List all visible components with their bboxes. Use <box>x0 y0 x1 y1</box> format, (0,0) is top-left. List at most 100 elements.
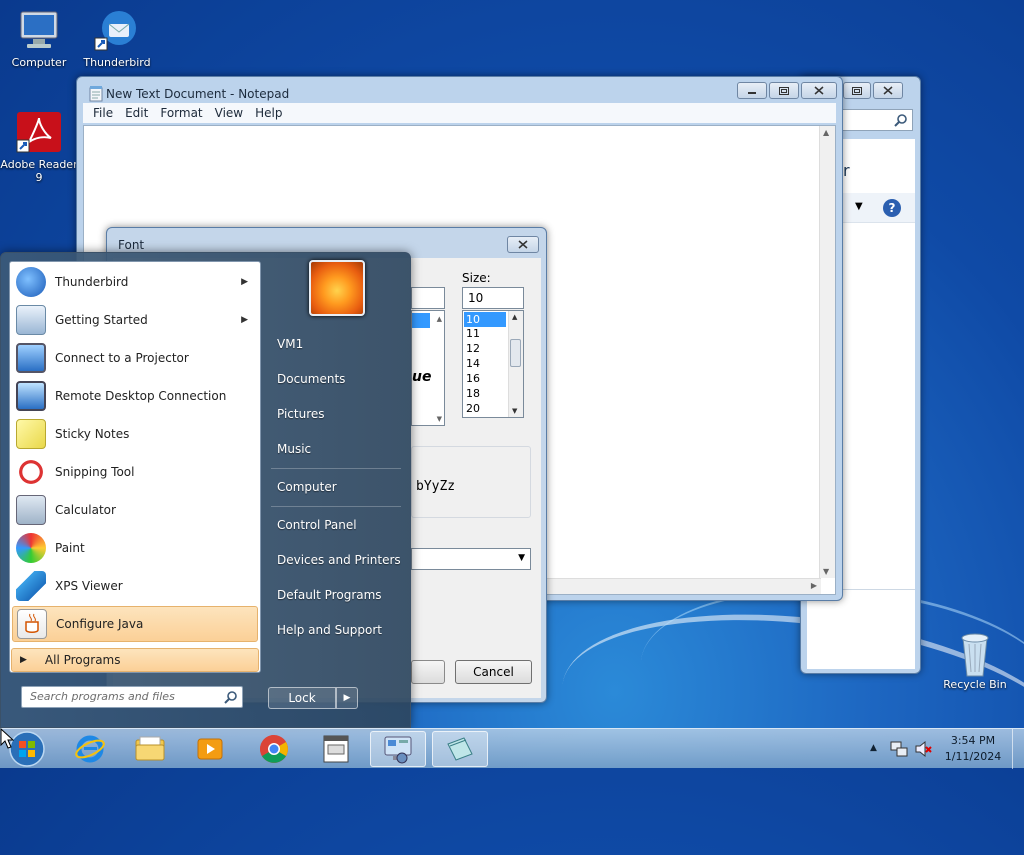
size-item[interactable]: 14 <box>466 357 480 370</box>
close-button[interactable] <box>507 236 539 253</box>
taskbar-app-window[interactable] <box>308 731 364 767</box>
program-label: Getting Started <box>55 313 148 327</box>
volume-muted-icon[interactable] <box>914 740 932 761</box>
minimize-button[interactable] <box>737 82 767 99</box>
size-item[interactable]: 11 <box>466 327 480 340</box>
close-button[interactable] <box>801 82 837 99</box>
adobe-reader-icon <box>15 110 63 154</box>
menu-format[interactable]: Format <box>154 106 208 120</box>
program-configure-java[interactable]: Configure Java <box>12 606 258 642</box>
media-player-icon <box>197 738 223 760</box>
style-list[interactable]: ue ▲ ▼ <box>411 310 445 426</box>
internet-explorer-icon <box>75 735 105 763</box>
scroll-down-icon[interactable]: ▼ <box>823 567 829 576</box>
menu-view[interactable]: View <box>209 106 249 120</box>
clock-time: 3:54 PM <box>950 734 996 747</box>
chevron-down-icon[interactable]: ▼ <box>855 201 863 212</box>
program-label: Snipping Tool <box>55 465 135 479</box>
program-thunderbird[interactable]: Thunderbird ▶ <box>12 264 258 300</box>
link-user-folder[interactable]: VM1 <box>269 329 405 359</box>
link-control-panel[interactable]: Control Panel <box>269 510 405 540</box>
explorer-heading-fragment: r <box>843 161 850 180</box>
shutdown-options-arrow-icon[interactable]: ▶ <box>336 687 358 709</box>
calculator-icon <box>16 495 46 525</box>
program-label: Connect to a Projector <box>55 351 189 365</box>
link-devices-printers[interactable]: Devices and Printers <box>269 545 405 575</box>
desktop-icon-thunderbird[interactable]: Thunderbird <box>78 8 156 69</box>
link-default-programs[interactable]: Default Programs <box>269 580 405 610</box>
program-getting-started[interactable]: Getting Started ▶ <box>12 302 258 338</box>
all-programs-label: All Programs <box>44 653 121 667</box>
size-list[interactable]: 10 11 12 14 16 18 20 ▲ ▼ <box>462 310 524 418</box>
link-computer[interactable]: Computer <box>269 472 405 502</box>
taskbar-media-player[interactable] <box>182 731 238 767</box>
style-list-selection[interactable] <box>412 313 430 328</box>
program-label: Thunderbird <box>55 275 129 289</box>
show-hidden-icons-icon[interactable]: ▲ <box>870 743 877 753</box>
paint-palette-icon <box>16 533 46 563</box>
size-item[interactable]: 10 <box>464 312 506 327</box>
taskbar-chrome[interactable] <box>246 731 302 767</box>
start-menu: Thunderbird ▶ Getting Started ▶ Connect … <box>0 252 411 728</box>
ok-button[interactable] <box>411 660 445 684</box>
size-list-scrollbar[interactable]: ▲ ▼ <box>508 311 523 417</box>
close-button[interactable] <box>873 82 903 99</box>
explorer-search-box[interactable] <box>841 109 913 131</box>
show-desktop-button[interactable] <box>1012 729 1024 769</box>
menu-help[interactable]: Help <box>249 106 288 120</box>
program-snipping-tool[interactable]: Snipping Tool <box>12 454 258 490</box>
desktop-icon-adobe-reader[interactable]: Adobe Reader 9 <box>0 110 78 184</box>
all-programs-button[interactable]: ▶ All Programs <box>11 648 259 672</box>
program-connect-projector[interactable]: Connect to a Projector <box>12 340 258 376</box>
program-sticky-notes[interactable]: Sticky Notes <box>12 416 258 452</box>
scrollbar-thumb[interactable] <box>510 339 521 367</box>
size-item[interactable]: 12 <box>466 342 480 355</box>
restore-button[interactable] <box>843 82 871 99</box>
desktop-icon-recycle-bin[interactable]: Recycle Bin <box>936 630 1014 691</box>
program-calculator[interactable]: Calculator <box>12 492 258 528</box>
start-search-input[interactable]: Search programs and files <box>21 686 243 708</box>
help-icon[interactable]: ? <box>883 199 901 217</box>
cancel-button[interactable]: Cancel <box>455 660 532 684</box>
menu-edit[interactable]: Edit <box>119 106 154 120</box>
link-documents[interactable]: Documents <box>269 364 405 394</box>
size-input[interactable]: 10 <box>462 287 524 309</box>
link-help-support[interactable]: Help and Support <box>269 615 405 645</box>
system-clock[interactable]: 3:54 PM 1/11/2024 <box>940 733 1006 765</box>
document-window-icon <box>323 735 349 763</box>
taskbar-control-panel[interactable] <box>370 731 426 767</box>
network-icon[interactable] <box>890 740 908 761</box>
scroll-right-icon[interactable]: ▶ <box>811 581 817 590</box>
desktop-icon-computer[interactable]: Computer <box>0 8 78 69</box>
link-pictures[interactable]: Pictures <box>269 399 405 429</box>
scroll-up-icon[interactable]: ▲ <box>512 313 517 321</box>
size-item[interactable]: 16 <box>466 372 480 385</box>
taskbar-explorer[interactable] <box>122 731 178 767</box>
scroll-up-icon[interactable]: ▲ <box>823 128 829 137</box>
user-avatar[interactable] <box>309 260 365 316</box>
menu-file[interactable]: File <box>87 106 119 120</box>
separator <box>271 468 401 469</box>
computer-icon <box>15 8 63 52</box>
projector-icon <box>16 343 46 373</box>
taskbar-internet-explorer[interactable] <box>62 731 118 767</box>
scroll-down-icon[interactable]: ▼ <box>437 415 442 423</box>
taskbar-notepad[interactable] <box>432 731 488 767</box>
size-item[interactable]: 18 <box>466 387 480 400</box>
scroll-down-icon[interactable]: ▼ <box>512 407 517 415</box>
program-remote-desktop[interactable]: Remote Desktop Connection <box>12 378 258 414</box>
scroll-up-icon[interactable]: ▲ <box>437 315 442 323</box>
style-item-bold-italic[interactable]: ue <box>412 369 431 385</box>
search-icon[interactable] <box>224 690 238 707</box>
maximize-button[interactable] <box>769 82 799 99</box>
program-paint[interactable]: Paint <box>12 530 258 566</box>
style-input[interactable] <box>411 287 445 309</box>
clock-date: 1/11/2024 <box>944 750 1002 763</box>
script-dropdown[interactable]: ▼ <box>411 548 531 570</box>
vertical-scrollbar[interactable]: ▲ ▼ <box>819 126 835 578</box>
lock-button[interactable]: Lock <box>268 687 336 709</box>
link-music[interactable]: Music <box>269 434 405 464</box>
size-item[interactable]: 20 <box>466 402 480 415</box>
program-xps-viewer[interactable]: XPS Viewer <box>12 568 258 604</box>
control-panel-icon <box>384 736 412 764</box>
